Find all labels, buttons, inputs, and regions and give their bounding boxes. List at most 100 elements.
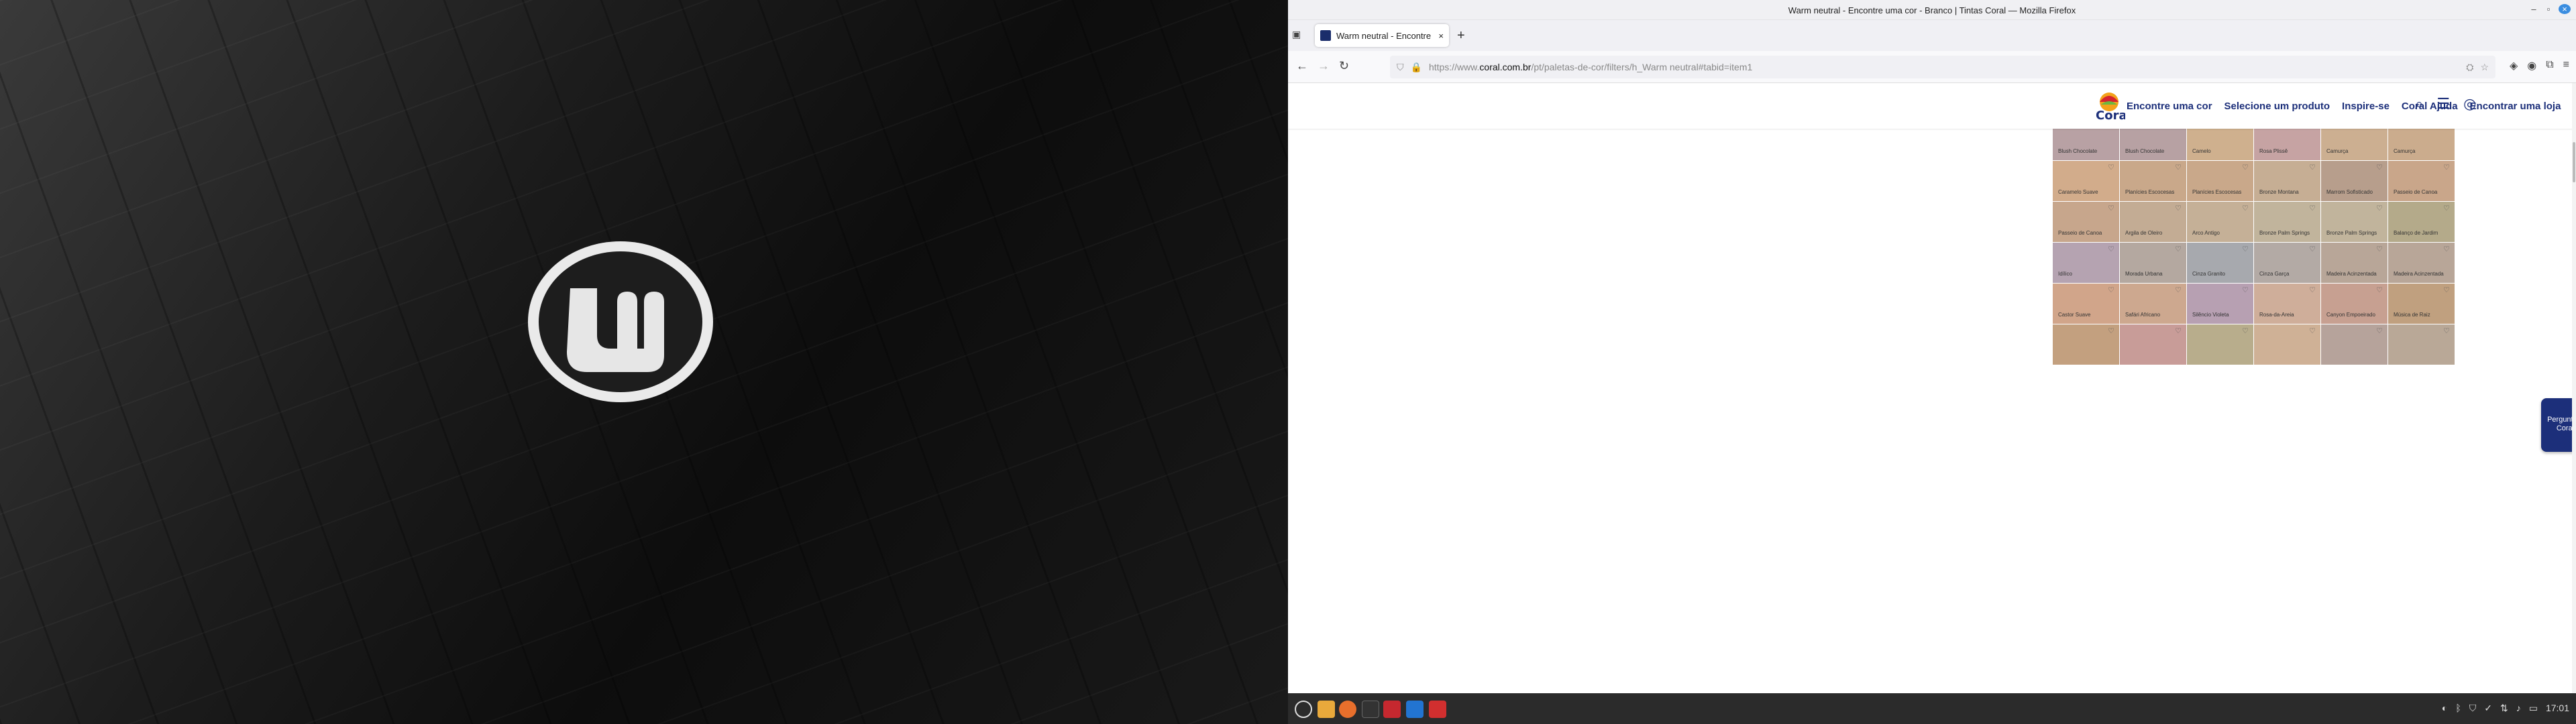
close-icon[interactable]: × bbox=[2559, 4, 2571, 14]
color-swatch[interactable]: ♡ Madeira Acinzentada bbox=[2388, 243, 2455, 283]
volume-icon[interactable]: ♪ bbox=[2516, 703, 2521, 714]
chat-button[interactable]: Pergunte à Coral bbox=[2541, 398, 2576, 452]
account-icon[interactable]: ◉ bbox=[2527, 59, 2536, 72]
tab-close-icon[interactable]: × bbox=[1438, 31, 1444, 41]
shield-tray-icon[interactable]: ⛉ bbox=[2469, 703, 2477, 714]
favorite-heart-icon[interactable]: ♡ bbox=[2376, 163, 2383, 172]
firefox-icon[interactable] bbox=[1339, 701, 1356, 718]
back-icon[interactable]: ← bbox=[1296, 59, 1308, 73]
favorite-heart-icon[interactable]: ♡ bbox=[2175, 326, 2182, 335]
bluetooth-icon[interactable]: ᛒ bbox=[2455, 703, 2461, 714]
nav-selecione-produto[interactable]: Selecione um produto bbox=[2224, 101, 2330, 112]
color-swatch[interactable]: ♡ Castor Suave bbox=[2053, 284, 2119, 324]
color-swatch[interactable]: ♡ bbox=[2120, 324, 2186, 365]
color-swatch[interactable]: ♡ Rosa-da-Areia bbox=[2254, 284, 2320, 324]
favorite-heart-icon[interactable]: ♡ bbox=[2175, 204, 2182, 213]
favorite-heart-icon[interactable]: ♡ bbox=[2175, 286, 2182, 294]
color-swatch[interactable]: ♡ Passeio de Canoa bbox=[2053, 202, 2119, 242]
battery-icon[interactable]: ▭ bbox=[2529, 703, 2538, 714]
favorite-heart-icon[interactable]: ♡ bbox=[2443, 245, 2450, 253]
favorite-heart-icon[interactable]: ♡ bbox=[2443, 163, 2450, 172]
color-swatch[interactable]: ♡ bbox=[2053, 324, 2119, 365]
color-swatch[interactable]: ♡ Arco Antigo bbox=[2187, 202, 2253, 242]
nav-inspire-se[interactable]: Inspire-se bbox=[2342, 101, 2390, 112]
color-swatch[interactable]: ♡ Passeio de Canoa bbox=[2388, 161, 2455, 201]
url-bar[interactable]: ⛉ 🔒 https://www.coral.com.br/pt/paletas-… bbox=[1390, 56, 2496, 78]
nav-encontrar-loja[interactable]: Encontrar uma loja bbox=[2470, 101, 2561, 112]
favorite-heart-icon[interactable]: ♡ bbox=[2175, 245, 2182, 253]
color-swatch[interactable]: ♡ bbox=[2254, 324, 2320, 365]
color-swatch[interactable]: ♡ Silêncio Violeta bbox=[2187, 284, 2253, 324]
favorite-heart-icon[interactable]: ♡ bbox=[2443, 286, 2450, 294]
favorite-heart-icon[interactable]: ♡ bbox=[2108, 326, 2114, 335]
color-swatch[interactable]: ♡ Bronze Palm Springs bbox=[2321, 202, 2387, 242]
tab-list-icon[interactable]: ▣ bbox=[1292, 29, 1301, 40]
color-swatch[interactable]: ♡ Safári Africano bbox=[2120, 284, 2186, 324]
clock[interactable]: 17:01 bbox=[2546, 703, 2569, 714]
favorite-heart-icon[interactable]: ♡ bbox=[2443, 326, 2450, 335]
favorite-heart-icon[interactable]: ♡ bbox=[2242, 245, 2249, 253]
favorite-heart-icon[interactable]: ♡ bbox=[2108, 163, 2114, 172]
color-swatch[interactable]: ♡ Madeira Acinzentada bbox=[2321, 243, 2387, 283]
favorite-heart-icon[interactable]: ♡ bbox=[2108, 286, 2114, 294]
discord-icon[interactable]: ◐ bbox=[2442, 703, 2447, 714]
search-icon[interactable]: ⌕ bbox=[2415, 95, 2423, 113]
color-swatch[interactable]: ♡ Morada Urbana bbox=[2120, 243, 2186, 283]
tab-active[interactable]: Warm neutral - Encontre uma cor × bbox=[1315, 24, 1449, 47]
mint-menu-icon[interactable] bbox=[1295, 701, 1312, 718]
favorite-heart-icon[interactable]: ♡ bbox=[2309, 245, 2316, 253]
color-swatch[interactable]: ♡ Planícies Escocesas bbox=[2187, 161, 2253, 201]
favorite-heart-icon[interactable]: ♡ bbox=[2376, 245, 2383, 253]
color-swatch[interactable]: ♡ Argila de Oleiro bbox=[2120, 202, 2186, 242]
color-swatch[interactable]: ♡ Cinza Garça bbox=[2254, 243, 2320, 283]
favorite-heart-icon[interactable]: ♡ bbox=[2376, 286, 2383, 294]
color-swatch[interactable]: ♡ Cinza Granito bbox=[2187, 243, 2253, 283]
reload-icon[interactable]: ↻ bbox=[1339, 59, 1349, 73]
network-icon[interactable]: ⇅ bbox=[2500, 703, 2508, 714]
extensions-icon[interactable]: ⧉ bbox=[2546, 59, 2553, 72]
favorite-heart-icon[interactable]: ♡ bbox=[2242, 204, 2249, 213]
favorite-heart-icon[interactable]: ♡ bbox=[2309, 163, 2316, 172]
favorite-heart-icon[interactable]: ♡ bbox=[2175, 163, 2182, 172]
forward-icon[interactable]: → bbox=[1318, 59, 1330, 73]
menu-icon[interactable]: ≡ bbox=[2563, 59, 2569, 72]
list-icon[interactable]: ☰ bbox=[2436, 95, 2450, 113]
lock-icon[interactable]: 🔒 bbox=[1411, 62, 1422, 73]
favorite-heart-icon[interactable]: ♡ bbox=[2309, 204, 2316, 213]
update-icon[interactable]: ✓ bbox=[2484, 703, 2492, 714]
favorite-heart-icon[interactable]: ♡ bbox=[2443, 204, 2450, 213]
favorite-heart-icon[interactable]: ♡ bbox=[2309, 326, 2316, 335]
color-swatch[interactable]: ♡ Planícies Escocesas bbox=[2120, 161, 2186, 201]
files-icon[interactable] bbox=[1318, 701, 1335, 718]
bookmark-star-icon[interactable]: ☆ bbox=[2480, 62, 2489, 73]
color-swatch[interactable]: ♡ Marrom Sofisticado bbox=[2321, 161, 2387, 201]
color-swatch[interactable]: ♡ bbox=[2187, 324, 2253, 365]
new-tab-icon[interactable]: + bbox=[1457, 28, 1465, 44]
coral-logo[interactable]: Coral bbox=[2093, 90, 2131, 125]
app-icon-2[interactable] bbox=[1429, 701, 1446, 718]
color-swatch[interactable]: ♡ bbox=[2321, 324, 2387, 365]
shield-icon[interactable]: ⛉ bbox=[1397, 62, 1404, 73]
favorite-heart-icon[interactable]: ♡ bbox=[2376, 326, 2383, 335]
favorite-heart-icon[interactable]: ♡ bbox=[2108, 204, 2114, 213]
vscode-icon[interactable] bbox=[1406, 701, 1424, 718]
favorite-heart-icon[interactable]: ♡ bbox=[2242, 326, 2249, 335]
app-icon[interactable] bbox=[1383, 701, 1401, 718]
maximize-icon[interactable]: ▫ bbox=[2542, 4, 2555, 14]
favorite-heart-icon[interactable]: ♡ bbox=[2242, 163, 2249, 172]
color-swatch[interactable]: ♡ bbox=[2388, 324, 2455, 365]
favorite-heart-icon[interactable]: ♡ bbox=[2309, 286, 2316, 294]
favorite-heart-icon[interactable]: ♡ bbox=[2376, 204, 2383, 213]
pocket-icon[interactable]: ◈ bbox=[2510, 59, 2518, 72]
color-swatch[interactable]: ♡ Canyon Empoeirado bbox=[2321, 284, 2387, 324]
color-swatch[interactable]: ♡ Idílico bbox=[2053, 243, 2119, 283]
color-swatch[interactable]: ♡ Bronze Montana bbox=[2254, 161, 2320, 201]
user-icon[interactable]: ◎ bbox=[2463, 95, 2476, 113]
favorite-heart-icon[interactable]: ♡ bbox=[2242, 286, 2249, 294]
color-swatch[interactable]: ♡ Balanço de Jardim bbox=[2388, 202, 2455, 242]
color-swatch[interactable]: ♡ Caramelo Suave bbox=[2053, 161, 2119, 201]
color-swatch[interactable]: ♡ Música de Raiz bbox=[2388, 284, 2455, 324]
nav-encontre-cor[interactable]: Encontre uma cor bbox=[2127, 101, 2212, 112]
color-swatch[interactable]: ♡ Bronze Palm Springs bbox=[2254, 202, 2320, 242]
favorite-heart-icon[interactable]: ♡ bbox=[2108, 245, 2114, 253]
